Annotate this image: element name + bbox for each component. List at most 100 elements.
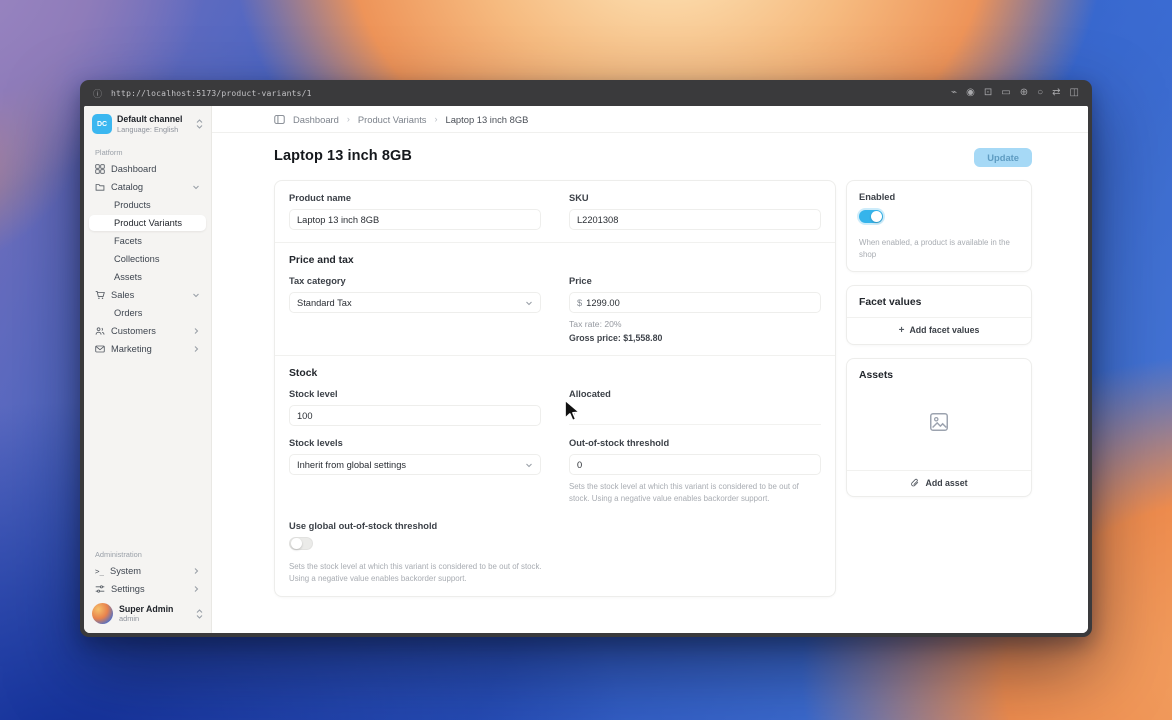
- enabled-label: Enabled: [859, 192, 896, 202]
- chevron-right-icon: [194, 328, 199, 334]
- sidebar-item-label: Settings: [111, 584, 145, 594]
- use-global-threshold-label: Use global out-of-stock threshold: [289, 520, 438, 531]
- channel-badge: DC: [92, 114, 112, 134]
- assets-dropzone[interactable]: [859, 383, 1019, 461]
- facet-values-panel: Facet values + Add facet values: [846, 284, 1032, 345]
- sidebar-item-label: Facets: [114, 236, 142, 246]
- stock-level-input[interactable]: [289, 405, 541, 426]
- add-facet-values-label: Add facet values: [909, 325, 980, 336]
- facet-values-heading: Facet values: [859, 296, 922, 308]
- sidebar-item-products[interactable]: Products: [89, 197, 206, 213]
- plus-icon: +: [898, 324, 905, 336]
- sku-input[interactable]: [569, 209, 821, 230]
- chevron-right-icon: [194, 568, 199, 574]
- sidebar-item-customers[interactable]: Customers: [89, 323, 206, 339]
- tax-rate-text: Tax rate: 20%: [569, 319, 622, 329]
- cart-icon: [95, 291, 105, 299]
- currency-prefix: $: [577, 297, 583, 308]
- section-label-administration: Administration: [95, 550, 142, 559]
- use-global-help-text: Sets the stock level at which this varia…: [289, 561, 542, 583]
- updown-chevron-icon: [196, 608, 203, 619]
- section-label-platform: Platform: [95, 148, 123, 157]
- breadcrumb: Dashboard › Product Variants › Laptop 13…: [212, 106, 1088, 133]
- enabled-toggle[interactable]: [859, 210, 883, 223]
- sliders-icon: [95, 585, 105, 593]
- sidebar-item-label: Orders: [114, 308, 143, 318]
- side-panels: Enabled When enabled, a product is avail…: [846, 180, 1032, 497]
- sidebar-toggle-icon[interactable]: ◫: [1070, 88, 1079, 98]
- tax-category-value: Standard Tax: [297, 297, 352, 308]
- chevron-down-icon: [526, 463, 532, 467]
- sidebar-item-settings[interactable]: Settings: [89, 581, 206, 597]
- page-content: Laptop 13 inch 8GB Update Product name L…: [212, 133, 1088, 633]
- record-icon[interactable]: ◉: [966, 88, 975, 98]
- sidebar-item-facets[interactable]: Facets: [89, 233, 206, 249]
- sidebar-item-label: Collections: [114, 254, 160, 264]
- sidebar-item-label: Customers: [111, 326, 156, 336]
- url-bar[interactable]: http://localhost:5173/product-variants/1: [111, 89, 312, 98]
- browser-titlebar: ⓘ http://localhost:5173/product-variants…: [80, 80, 1092, 106]
- price-input[interactable]: [586, 297, 813, 308]
- image-placeholder-icon: [930, 412, 948, 431]
- tax-category-label: Tax category: [289, 276, 346, 286]
- sidebar-item-sales[interactable]: Sales: [89, 287, 206, 303]
- sidebar-item-collections[interactable]: Collections: [89, 251, 206, 267]
- sidebar-item-label: Marketing: [111, 344, 152, 354]
- assets-panel: Assets Add asset: [846, 357, 1032, 497]
- link-icon[interactable]: ⌁: [951, 88, 957, 98]
- stock-levels-select[interactable]: Inherit from global settings: [289, 454, 541, 475]
- sidebar-item-system[interactable]: >_ System: [89, 563, 206, 579]
- assets-heading: Assets: [859, 369, 894, 381]
- titlebar-icons: ⌁ ◉ ⊡ ▭ ⊕ ○ ⇄ ◫: [951, 88, 1079, 98]
- variant-form-card: Product name SKU Price and tax: [274, 180, 836, 598]
- sidebar-item-marketing[interactable]: Marketing: [89, 341, 206, 357]
- channel-switcher[interactable]: DC Default channel Language: English: [89, 112, 206, 141]
- paperclip-icon: [911, 478, 919, 487]
- use-global-threshold-toggle[interactable]: [289, 536, 313, 550]
- sidebar-item-label: Assets: [114, 272, 142, 282]
- product-name-input[interactable]: [289, 209, 541, 230]
- breadcrumb-item-product-variants[interactable]: Product Variants: [358, 114, 427, 125]
- tab-switch-icon[interactable]: ⇄: [1052, 88, 1060, 98]
- add-asset-button[interactable]: Add asset: [847, 469, 1031, 496]
- stock-levels-value: Inherit from global settings: [297, 459, 407, 470]
- avatar: [92, 603, 113, 624]
- breadcrumb-item-dashboard[interactable]: Dashboard: [293, 114, 339, 125]
- globe-icon[interactable]: ⊕: [1020, 88, 1028, 98]
- window-icon[interactable]: ▭: [1001, 88, 1010, 98]
- catalog-icon: [95, 184, 105, 191]
- user-menu[interactable]: Super Admin admin: [89, 598, 206, 626]
- add-asset-label: Add asset: [925, 477, 968, 488]
- sidebar-item-product-variants[interactable]: Product Variants: [89, 215, 206, 231]
- sidebar-item-orders[interactable]: Orders: [89, 305, 206, 321]
- chevron-right-icon: [194, 586, 199, 592]
- tax-category-select[interactable]: Standard Tax: [289, 292, 541, 313]
- browser-window: ⓘ http://localhost:5173/product-variants…: [80, 80, 1092, 637]
- page-title: Laptop 13 inch 8GB: [274, 148, 412, 164]
- breadcrumb-separator: ›: [346, 114, 350, 124]
- allocated-label: Allocated: [569, 389, 611, 399]
- out-of-stock-threshold-label: Out-of-stock threshold: [569, 438, 670, 448]
- extensions-icon[interactable]: ○: [1037, 88, 1043, 98]
- admin-app: DC Default channel Language: English Pla…: [84, 106, 1088, 633]
- chevron-down-icon: [193, 185, 199, 190]
- sidebar-item-assets[interactable]: Assets: [89, 269, 206, 285]
- add-facet-values-button[interactable]: + Add facet values: [847, 316, 1031, 344]
- out-of-stock-threshold-input[interactable]: [569, 454, 821, 475]
- update-button[interactable]: Update: [974, 148, 1032, 167]
- camera-icon[interactable]: ⊡: [984, 88, 992, 98]
- product-name-label: Product name: [289, 193, 351, 203]
- price-field: $: [569, 292, 821, 313]
- sidebar-item-label: System: [110, 566, 142, 576]
- user-name: Super Admin: [119, 603, 174, 614]
- sidebar-item-catalog[interactable]: Catalog: [89, 179, 206, 195]
- user-role: admin: [119, 614, 140, 624]
- panel-left-icon[interactable]: [274, 114, 285, 125]
- sidebar-item-dashboard[interactable]: Dashboard: [89, 161, 206, 177]
- sidebar-item-label: Products: [114, 200, 151, 210]
- users-icon: [95, 327, 105, 335]
- info-icon: ⓘ: [93, 88, 103, 99]
- price-label: Price: [569, 276, 592, 286]
- breadcrumb-item-current: Laptop 13 inch 8GB: [445, 113, 529, 125]
